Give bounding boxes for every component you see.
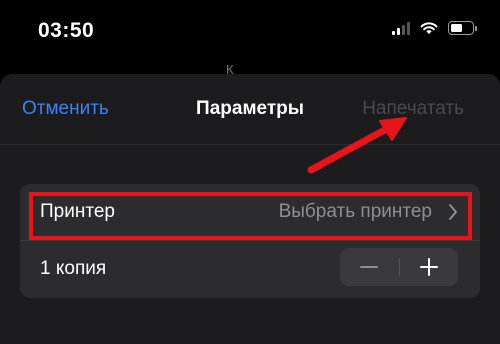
- print-button[interactable]: Напечатать: [362, 98, 464, 120]
- status-icons: [392, 21, 477, 35]
- status-bar: 03:50: [0, 0, 500, 64]
- copies-label: 1 копия: [40, 258, 107, 279]
- decrement-button[interactable]: [340, 248, 398, 286]
- cellular-signal-icon: [392, 21, 410, 35]
- copies-stepper[interactable]: [340, 248, 458, 286]
- battery-icon: [448, 21, 477, 35]
- increment-button[interactable]: [400, 248, 458, 286]
- plus-icon: [420, 258, 438, 276]
- printer-highlight-box: [29, 192, 472, 240]
- copies-row: 1 копия: [20, 241, 480, 297]
- minus-icon: [360, 266, 378, 268]
- status-time: 03:50: [38, 19, 95, 42]
- wifi-icon: [420, 22, 438, 34]
- navigation-bar: Отменить Параметры Напечатать: [0, 74, 500, 145]
- battery-level-fill: [451, 24, 463, 32]
